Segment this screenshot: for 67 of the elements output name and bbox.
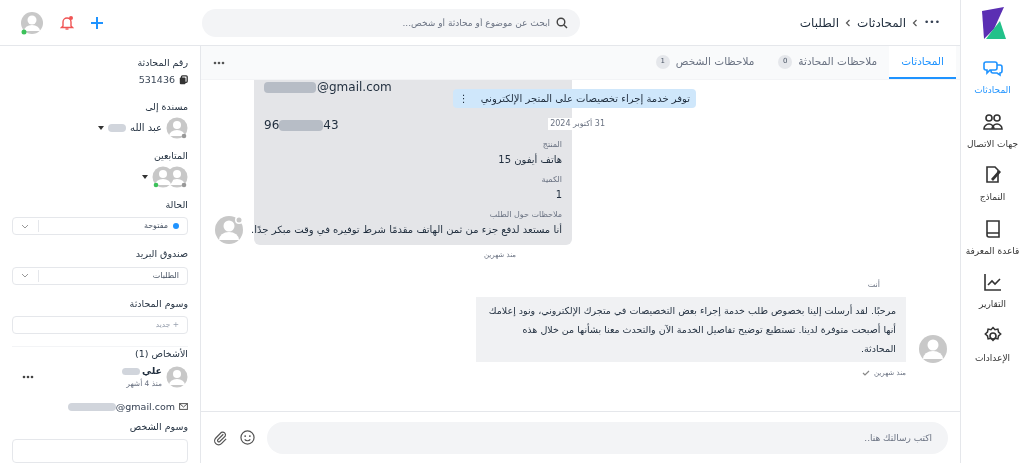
phone-text: 96 [264,118,280,132]
tags-field[interactable] [12,439,188,463]
banner-menu-button[interactable]: ⋮ [458,91,469,106]
field-label: ملاحظات حول الطلب [489,210,562,220]
field-label: مسندة إلى [145,99,188,114]
chat-bubbles-icon [982,58,1003,78]
notification-bell-icon[interactable] [60,14,74,31]
copy-icon[interactable] [179,75,188,86]
breadcrumb-link[interactable]: الطلبات [799,13,840,32]
phone-text: 43 [323,118,339,132]
caret-icon [98,125,105,130]
field-value: 1 [555,188,562,202]
breadcrumb-link[interactable]: المحادثات [857,13,907,32]
chart-icon [982,272,1003,292]
person-name: علي [142,364,162,378]
inbox-dropdown[interactable]: الطلبات [12,266,188,285]
blurred-mark [264,81,316,93]
chevron-icon [912,18,919,27]
blurred-mark [122,367,140,375]
nav-item[interactable]: جهات الاتصال [961,111,1024,151]
plus-icon[interactable] [90,15,104,30]
more-button[interactable]: ••• [924,15,940,30]
field-label: وسوم المحادثة [129,296,188,311]
pinned-banner[interactable]: توفر خدمة إجراء تخصيصات على المتجر الإلكتروني ⋮ [452,89,696,108]
message-input[interactable]: اكتب رسالتك هنا.. [267,421,948,454]
email-text: @gmail.com [115,399,175,414]
contact-avatar-icon [214,215,244,245]
attachment-icon[interactable] [213,429,228,446]
assignee-selector[interactable]: عبد الله [98,116,188,139]
field-label: المنتج [542,140,562,150]
people-icon [982,111,1003,132]
more-options-icon[interactable] [213,60,225,65]
avatar-icon [152,166,174,188]
message-bubble: مرحبًا. لقد أرسلت إلينا بخصوص طلب خدمة إجراء بعض التخصيصات في متجرك الإلكتروني، ونود إعلامك أنها أصبحت متوفرة لدينا. تستطيع توضيح تفاصيل الخدمة الآن والتحدث معنا بشأنها من خلال هذه المحادثة. [476,296,906,362]
avatar-icon [166,116,188,139]
search-icon [556,16,568,29]
nav-item[interactable]: الإعدادات [961,325,1024,365]
blurred-mark [279,119,324,131]
field-value: أنا مستعد لدفع جزء من ثمن الهاتف مقدمًا شرط توفيره في وقت مبكر جدًا. [251,223,562,237]
mail-icon [179,403,188,411]
chevron-icon [845,18,852,27]
blurred-mark [108,123,127,132]
nav-item[interactable]: التقارير [961,272,1024,312]
more-options-icon[interactable] [22,374,34,379]
blurred-mark [67,402,116,411]
field-label: وسوم الشخص [129,419,188,434]
chevron-down-icon [21,223,29,229]
contact-avatar-icon [166,365,188,388]
field-value: هاتف أيفون 15 [498,153,562,167]
chevron-down-icon [21,273,29,279]
agent-avatar-icon [918,333,948,364]
field-label: الكمية [541,175,562,185]
emoji-icon[interactable] [240,430,255,445]
field-label: الأشخاص (1) [134,346,188,361]
banner-text: توفر خدمة إجراء تخصيصات على المتجر الإلكتروني [480,92,690,106]
conversation-id: 531436 [138,73,175,88]
nav-item[interactable]: النماذج [961,165,1024,205]
field-label: رقم المحادثة [137,56,188,71]
field-label: صندوق البريد [135,247,188,262]
followers-selector[interactable] [142,166,188,188]
status-dropdown[interactable]: مفتوحة [12,217,188,236]
email-text: @gmail.com [317,80,392,94]
nav-item[interactable]: قاعدة المعرفة [961,218,1024,258]
sender-name: أنت [867,278,880,291]
field-label: الحالة [165,198,188,212]
field-label: المتابعين [153,148,188,163]
caret-icon [142,175,148,179]
